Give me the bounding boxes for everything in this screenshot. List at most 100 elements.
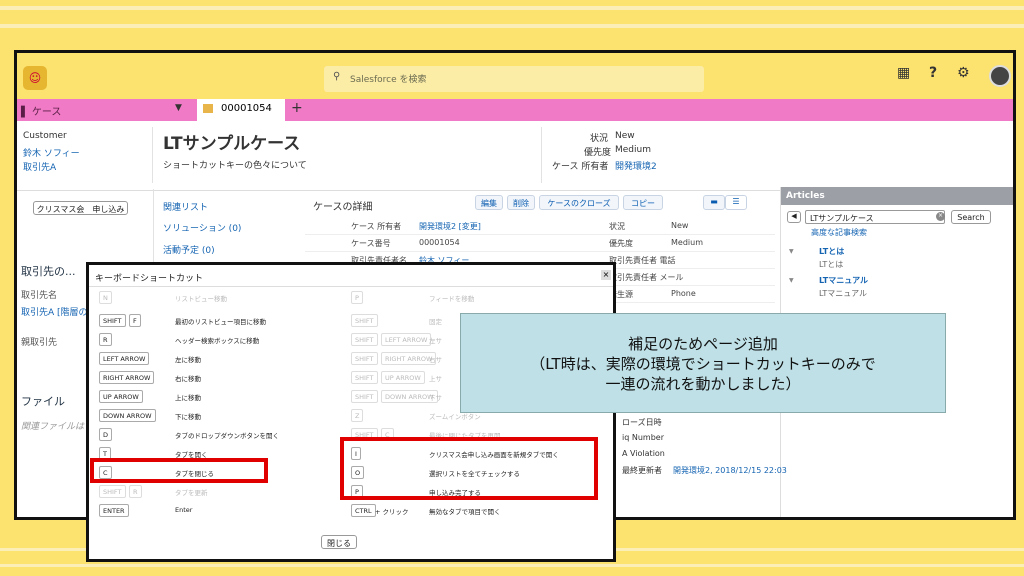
app-launcher-icon[interactable]: ▦: [897, 65, 910, 81]
xmas-signup-button[interactable]: クリスマス会 申し込み: [33, 201, 128, 215]
files-empty-text: 関連ファイルは: [21, 422, 85, 432]
search-icon: ⚲: [333, 71, 341, 82]
shortcut-description: 左に移動: [175, 356, 201, 364]
shortcut-description: 左サ: [429, 337, 442, 345]
shortcut-description: ヘッダー検索ボックスに移動: [175, 337, 260, 345]
tab-record-label: 00001054: [221, 103, 272, 114]
chevron-down-icon[interactable]: ▼: [789, 277, 794, 284]
add-tab-icon[interactable]: +: [291, 100, 303, 116]
shortcut-key: RIGHT ARROW: [99, 371, 155, 384]
close-button[interactable]: 閉じる: [321, 535, 357, 549]
advanced-search-link[interactable]: 高度な記事検索: [811, 227, 867, 238]
last-modified-link[interactable]: 開発環境2, 2018/12/15 22:03: [673, 465, 787, 476]
owner-label: ケース 所有者: [552, 162, 609, 172]
files-section-title: ファイル: [21, 395, 65, 408]
shortcut-key: UP ARROW: [381, 371, 425, 384]
shortcut-key: ENTER: [99, 504, 129, 517]
shortcut-key: D: [99, 428, 113, 441]
article-link[interactable]: LTマニュアル: [819, 275, 868, 286]
shortcut-description: 右に移動: [175, 375, 201, 383]
close-case-button[interactable]: ケースのクローズ: [539, 195, 619, 210]
avatar[interactable]: [989, 65, 1011, 87]
article-search-input[interactable]: LTサンプルケース: [805, 210, 945, 224]
shortcut-description: Enter: [175, 506, 193, 514]
shortcut-description: タブのドロップダウンボタンを開く: [175, 432, 279, 440]
highlight-box: [90, 458, 268, 483]
global-search[interactable]: ⚲ Salesforce を検索: [324, 66, 704, 92]
divider: [152, 127, 153, 183]
feed-toggle-icon[interactable]: ▬: [703, 195, 725, 210]
shortcut-key: SHIFT: [351, 371, 378, 384]
status-value: New: [615, 131, 635, 141]
related-solutions[interactable]: ソリューション (0): [163, 221, 241, 234]
field-label: 優先度: [609, 239, 633, 248]
chevron-down-icon[interactable]: ▼: [789, 248, 794, 255]
tab-record[interactable]: 00001054: [197, 99, 285, 121]
shortcut-description: 下サ: [429, 394, 442, 402]
field-label: 取引先責任者 メール: [609, 273, 684, 282]
article-search-button[interactable]: Search: [951, 210, 991, 224]
bottom-stripe: [0, 564, 1024, 567]
case-icon: [203, 104, 213, 113]
list-toggle-icon[interactable]: ☰: [725, 195, 747, 210]
detail-row: ケース番号 00001054 優先度 Medium: [305, 236, 775, 252]
shortcut-description: 下に移動: [175, 413, 201, 421]
field-label: ケース番号: [351, 239, 391, 248]
article-summary: LTとは: [819, 260, 844, 269]
top-stripe: [0, 24, 1024, 28]
shortcut-key: SHIFT: [351, 352, 378, 365]
shortcut-key: SHIFT: [351, 333, 378, 346]
shortcut-description: 上サ: [429, 375, 442, 383]
parent-account-label: 親取引先: [21, 338, 58, 348]
gear-icon[interactable]: ⚙: [957, 65, 970, 81]
shortcut-key: N: [99, 291, 112, 304]
note-line: 補足のためページ追加: [628, 335, 778, 353]
shortcut-description: リストビュー移動: [175, 295, 227, 303]
chevron-down-icon[interactable]: ▼: [175, 103, 182, 113]
divider: [541, 127, 542, 183]
back-icon[interactable]: ◀: [787, 211, 801, 223]
field-label: ケース 所有者: [351, 222, 402, 231]
shortcut-description: 無効なタブで項目で開く: [429, 508, 501, 516]
article-summary: LTマニュアル: [819, 289, 868, 298]
clear-icon[interactable]: ×: [936, 212, 945, 221]
field-value[interactable]: 開発環境2 [変更]: [419, 221, 481, 232]
shortcut-description: 右サ: [429, 356, 442, 364]
delete-button[interactable]: 削除: [507, 195, 535, 210]
shortcut-key: + クリック: [375, 508, 409, 516]
tab-cases[interactable]: ▌ ケース: [21, 103, 61, 118]
shortcut-description: 上に移動: [175, 394, 201, 402]
account-name-link[interactable]: 取引先A [階層の: [21, 305, 88, 318]
top-stripe: [0, 6, 1024, 10]
shortcut-key: F: [129, 314, 141, 327]
related-list-title[interactable]: 関連リスト: [163, 200, 208, 213]
field-label: 最終更新者: [622, 466, 662, 475]
article-link[interactable]: LTとは: [819, 246, 844, 257]
field-value: New: [671, 221, 689, 230]
note-line: 一連の流れを動かしました）: [605, 375, 801, 393]
shortcut-key: Z: [351, 409, 364, 422]
shortcut-key: CTRL: [351, 504, 376, 517]
customer-link[interactable]: 鈴木 ソフィー: [23, 146, 80, 159]
copy-button[interactable]: コピー: [623, 195, 663, 210]
shortcut-key: LEFT ARROW: [381, 333, 432, 346]
highlight-box: [340, 437, 598, 500]
status-label: 状況: [590, 134, 609, 144]
related-activities[interactable]: 活動予定 (0): [163, 243, 215, 256]
shortcut-key: P: [351, 291, 363, 304]
shortcut-key: R: [99, 333, 112, 346]
account-link[interactable]: 取引先A: [23, 160, 56, 173]
org-logo[interactable]: ☺: [23, 66, 47, 90]
field-label: 状況: [609, 222, 625, 231]
page-subtitle: ショートカットキーの色々について: [163, 161, 307, 171]
article-search-value: LTサンプルケース: [810, 214, 874, 223]
close-icon[interactable]: ×: [601, 270, 611, 280]
help-icon[interactable]: ?: [929, 65, 937, 81]
account-name-label: 取引先名: [21, 291, 58, 301]
priority-value: Medium: [615, 145, 651, 155]
shortcut-description: 固定: [429, 318, 442, 326]
edit-button[interactable]: 編集: [475, 195, 503, 210]
shortcut-key: SHIFT: [99, 314, 126, 327]
owner-link[interactable]: 開発環境2: [615, 159, 657, 172]
record-header: Customer 鈴木 ソフィー 取引先A LTサンプルケース ショートカットキ…: [17, 121, 1013, 191]
